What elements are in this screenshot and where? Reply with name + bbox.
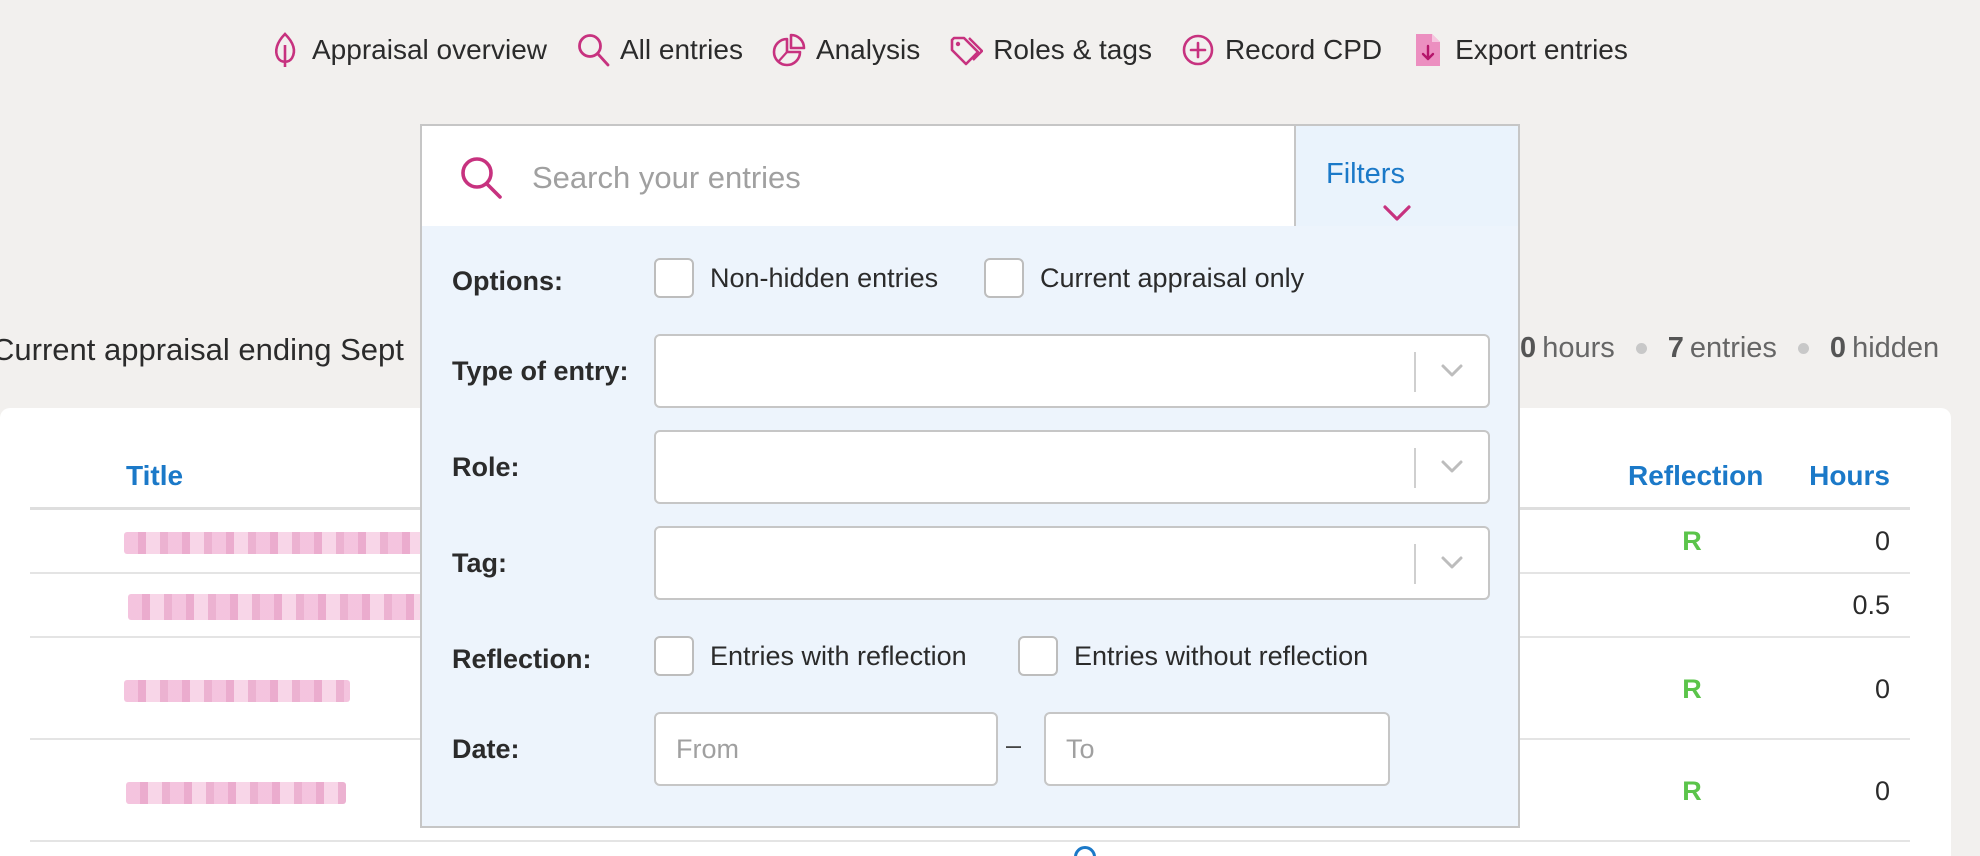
non-hidden-entries-label: Non-hidden entries bbox=[710, 262, 939, 293]
entries-unit: entries bbox=[1689, 332, 1777, 364]
search-bar: Filters bbox=[420, 124, 1520, 228]
role-label: Role: bbox=[452, 452, 520, 482]
date-label: Date: bbox=[452, 734, 520, 764]
chevron-down-icon bbox=[1441, 556, 1463, 569]
type-of-entry-label: Type of entry: bbox=[452, 356, 629, 386]
without-reflection-label: Entries without reflection bbox=[1074, 640, 1369, 671]
column-header-hours[interactable]: Hours bbox=[1809, 460, 1890, 492]
filters-panel: Options: Non-hidden entries Current appr… bbox=[420, 226, 1520, 828]
separator-dot bbox=[1635, 343, 1647, 354]
leaf-icon bbox=[274, 32, 296, 67]
chevron-down-icon bbox=[1441, 364, 1463, 377]
hidden-unit: hidden bbox=[1852, 332, 1940, 364]
reflection-indicator: R bbox=[1682, 674, 1702, 704]
top-nav: Appraisal overview All entries Analysis … bbox=[268, 26, 1657, 74]
search-icon bbox=[461, 157, 502, 199]
nav-label: Export entries bbox=[1455, 34, 1628, 65]
reflection-label: Reflection: bbox=[452, 644, 592, 674]
filters-button[interactable]: Filters bbox=[1294, 126, 1518, 226]
hours-unit: hours bbox=[1542, 332, 1615, 364]
appraisal-stats: .0 hours 7 entries 0 hidden bbox=[1512, 332, 1939, 365]
select-separator bbox=[1414, 544, 1416, 584]
current-appraisal-label: Current appraisal only bbox=[1040, 262, 1305, 293]
hidden-count: 0 bbox=[1829, 332, 1847, 364]
hours-value: 0 bbox=[1874, 526, 1890, 556]
filters-label: Filters bbox=[1326, 158, 1405, 190]
file-download-icon bbox=[1416, 34, 1441, 66]
redacted-title bbox=[126, 782, 346, 804]
non-hidden-entries-checkbox[interactable] bbox=[654, 258, 694, 298]
plus-circle-icon bbox=[1182, 34, 1214, 66]
options-label: Options: bbox=[452, 266, 563, 296]
tag-label: Tag: bbox=[452, 548, 507, 578]
chevron-down-icon bbox=[1441, 460, 1463, 473]
tag-select[interactable] bbox=[654, 526, 1490, 600]
nav-appraisal-overview[interactable]: Appraisal overview bbox=[268, 31, 547, 69]
date-from-input[interactable] bbox=[654, 712, 998, 786]
reflection-indicator: R bbox=[1682, 776, 1702, 806]
date-range-separator: – bbox=[1006, 730, 1022, 760]
column-header-reflection[interactable]: Reflection bbox=[1628, 460, 1763, 492]
select-separator bbox=[1414, 448, 1416, 488]
nav-label: Record CPD bbox=[1224, 34, 1383, 65]
appraisal-period-text: Current appraisal ending Sept bbox=[0, 332, 404, 367]
without-reflection-checkbox[interactable] bbox=[1018, 636, 1058, 676]
with-reflection-label: Entries with reflection bbox=[710, 640, 967, 671]
hours-value: 0 bbox=[1874, 776, 1890, 806]
nav-analysis[interactable]: Analysis bbox=[772, 31, 920, 69]
search-input[interactable] bbox=[532, 150, 1292, 206]
without-reflection-option[interactable]: Entries without reflection bbox=[1018, 636, 1368, 676]
entries-count: 7 bbox=[1667, 332, 1684, 364]
redacted-title bbox=[124, 532, 454, 554]
redacted-title bbox=[124, 680, 350, 702]
role-select[interactable] bbox=[654, 430, 1490, 504]
nav-label: Appraisal overview bbox=[312, 34, 547, 65]
nav-record-cpd[interactable]: Record CPD bbox=[1181, 31, 1382, 69]
hours-value: 0 bbox=[1874, 674, 1890, 704]
nav-all-entries[interactable]: All entries bbox=[576, 31, 743, 69]
select-separator bbox=[1414, 352, 1416, 392]
redacted-title bbox=[128, 594, 454, 620]
with-reflection-checkbox[interactable] bbox=[654, 636, 694, 676]
current-appraisal-option[interactable]: Current appraisal only bbox=[984, 258, 1304, 298]
nav-export-entries[interactable]: Export entries bbox=[1411, 31, 1628, 69]
search-icon bbox=[578, 34, 610, 67]
separator-dot bbox=[1797, 343, 1809, 354]
column-header-title[interactable]: Title bbox=[126, 460, 183, 492]
partial-icon bbox=[1074, 846, 1096, 856]
nav-label: Roles & tags bbox=[993, 34, 1152, 65]
hours-value: 0.5 bbox=[1852, 590, 1890, 620]
reflection-indicator: R bbox=[1682, 526, 1702, 556]
tags-icon bbox=[950, 36, 984, 66]
type-of-entry-select[interactable] bbox=[654, 334, 1490, 408]
nav-roles-tags[interactable]: Roles & tags bbox=[949, 31, 1152, 69]
nav-label: All entries bbox=[620, 34, 743, 65]
nav-label: Analysis bbox=[815, 34, 921, 65]
date-to-input[interactable] bbox=[1044, 712, 1390, 786]
pie-chart-icon bbox=[772, 33, 806, 67]
with-reflection-option[interactable]: Entries with reflection bbox=[654, 636, 967, 676]
chevron-down-icon bbox=[1383, 205, 1411, 221]
current-appraisal-checkbox[interactable] bbox=[984, 258, 1024, 298]
non-hidden-entries-option[interactable]: Non-hidden entries bbox=[654, 258, 938, 298]
